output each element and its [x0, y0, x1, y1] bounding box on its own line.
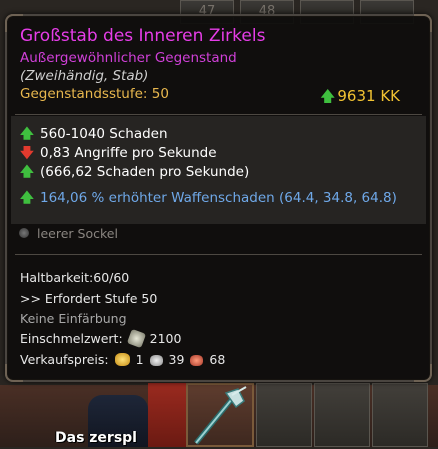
sell-gold: 1 [135, 352, 144, 367]
quest-text: Das zerspl [55, 430, 137, 446]
stats-section: 🡅 560-1040 Schaden 🡇 0,83 Angriffe pro Sek… [11, 116, 426, 224]
stat-text: 560-1040 Schaden [40, 126, 168, 142]
inventory-slot[interactable] [314, 383, 370, 447]
item-level: Gegenstandsstufe: 50 [20, 86, 169, 102]
gold-coin-icon [114, 353, 130, 366]
inventory-slot[interactable] [372, 383, 428, 447]
item-score: 🡅 9631 KK [320, 86, 400, 111]
sell-silver: 39 [168, 352, 185, 367]
item-name: Großstab des Inneren Zirkels [20, 26, 266, 46]
arrow-up-icon: 🡅 [319, 87, 336, 105]
divider [15, 254, 422, 255]
divider [15, 114, 422, 115]
tooltip-header: Großstab des Inneren Zirkels Außergewöhn… [7, 16, 430, 114]
item-tooltip: Großstab des Inneren Zirkels Außergewöhn… [5, 14, 432, 382]
arrow-up-icon: 🡅 [20, 190, 34, 206]
tooltip-corner [414, 364, 432, 382]
sell-label: Verkaufspreis: [20, 352, 109, 367]
item-score-value: 9631 KK [337, 87, 400, 105]
level-requirement: >> Erfordert Stufe 50 [20, 291, 158, 306]
staff-item-icon [194, 386, 247, 445]
inventory-slot[interactable] [256, 383, 312, 447]
sell-price-row: Verkaufspreis: 1 39 68 [20, 352, 225, 367]
durability: Haltbarkeit:60/60 [20, 270, 130, 285]
stat-text: (666,62 Schaden pro Sekunde) [40, 164, 250, 180]
stat-text: 0,83 Angriffe pro Sekunde [40, 145, 217, 161]
sell-copper: 68 [209, 352, 226, 367]
socket-label: leerer Sockel [37, 226, 118, 241]
salvage-material-icon [126, 328, 146, 349]
stat-dps: 🡅 (666,62 Schaden pro Sekunde) [20, 162, 249, 185]
silver-coin-icon [149, 355, 163, 366]
salvage-value: 2100 [149, 331, 182, 346]
inventory-slot-staff[interactable] [186, 383, 254, 447]
inventory-slot-highlight [148, 383, 186, 447]
stat-text: 164,06 % erhöhter Waffenschaden (64.4, 3… [40, 190, 397, 206]
arrow-up-icon: 🡅 [20, 164, 34, 180]
copper-coin-icon [190, 355, 204, 366]
stat-weapon-damage-bonus: 🡅 164,06 % erhöhter Waffenschaden (64.4, … [20, 188, 397, 211]
item-type: (Zweihändig, Stab) [20, 68, 149, 84]
salvage-value-row: Einschmelzwert: 2100 [20, 328, 182, 349]
dye-status: Keine Einfärbung [20, 311, 127, 326]
empty-socket-icon [19, 228, 29, 238]
item-rarity: Außergewöhnlicher Gegenstand [20, 50, 237, 66]
salvage-label: Einschmelzwert: [20, 331, 123, 346]
